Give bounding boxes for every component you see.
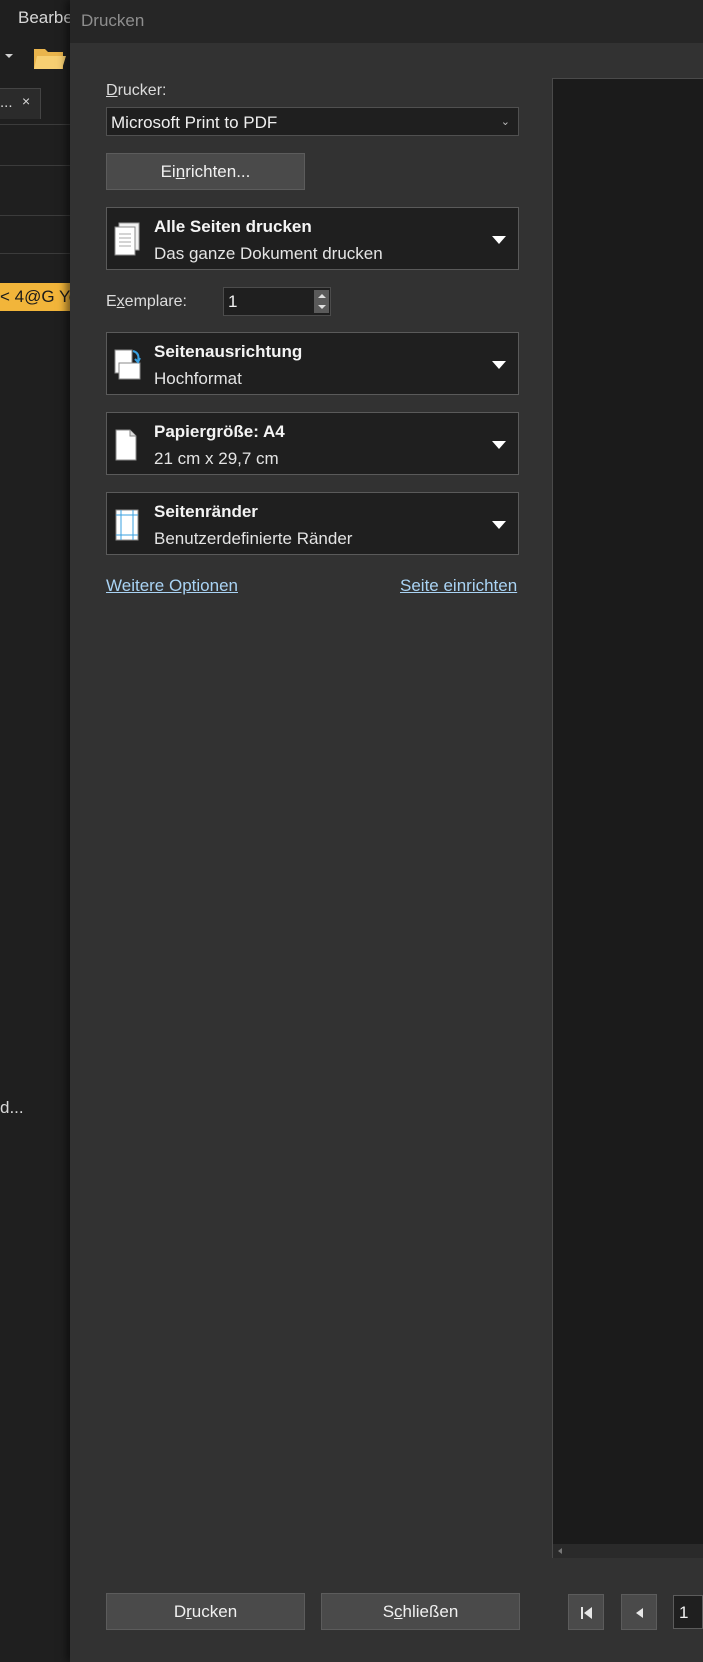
margins-dropdown-subtitle: Benutzerdefinierte Ränder bbox=[154, 529, 353, 548]
scroll-left-icon[interactable] bbox=[558, 1548, 562, 1554]
print-preview-pane bbox=[552, 78, 703, 1558]
printer-setup-button[interactable]: Ei n richten... bbox=[106, 153, 305, 190]
highlighted-row[interactable]: < 4@G Yo bbox=[0, 283, 72, 311]
pages-dropdown-subtitle: Das ganze Dokument drucken bbox=[154, 244, 383, 263]
chevron-down-icon: ⌄ bbox=[500, 116, 510, 128]
margins-dropdown-title: Seitenränder bbox=[154, 502, 258, 521]
printer-select[interactable]: Microsoft Print to PDF ⌄ bbox=[106, 107, 519, 136]
document-tab[interactable]: ... × bbox=[0, 88, 41, 119]
caret-down-icon bbox=[492, 441, 506, 449]
background-app-window: Bearbe ... × < 4@G Yo d... bbox=[0, 0, 72, 1662]
paper-size-dropdown-subtitle: 21 cm x 29,7 cm bbox=[154, 449, 279, 468]
copies-stepper[interactable]: 1 bbox=[223, 287, 331, 316]
print-dialog: Drucken Drucker: Microsoft Print to PDF … bbox=[70, 0, 703, 1662]
truncated-text: d... bbox=[0, 1098, 24, 1117]
document-tab-label: ... bbox=[0, 94, 13, 111]
stepper-down-icon[interactable] bbox=[314, 301, 329, 313]
first-page-button[interactable] bbox=[568, 1594, 604, 1630]
paper-icon bbox=[115, 429, 137, 461]
divider bbox=[0, 165, 72, 166]
dialog-title: Drucken bbox=[81, 11, 145, 30]
open-folder-icon[interactable] bbox=[33, 45, 67, 71]
chevron-down-icon[interactable] bbox=[5, 54, 13, 58]
copies-label: Exemplare: bbox=[106, 293, 187, 310]
previous-page-button[interactable] bbox=[621, 1594, 657, 1630]
preview-horizontal-scrollbar[interactable] bbox=[553, 1544, 703, 1558]
page-number-input[interactable]: 1 bbox=[673, 1595, 703, 1629]
orientation-dropdown[interactable]: Seitenausrichtung Hochformat bbox=[106, 332, 519, 395]
orientation-dropdown-subtitle: Hochformat bbox=[154, 369, 242, 388]
pages-icon bbox=[114, 222, 140, 256]
copies-value[interactable]: 1 bbox=[228, 292, 237, 312]
margins-dropdown[interactable]: Seitenränder Benutzerdefinierte Ränder bbox=[106, 492, 519, 555]
close-button[interactable]: Sc hließen bbox=[321, 1593, 520, 1630]
orientation-icon bbox=[114, 349, 141, 380]
pages-dropdown-title: Alle Seiten drucken bbox=[154, 217, 312, 236]
previous-page-icon bbox=[636, 1608, 643, 1618]
close-icon[interactable]: × bbox=[22, 93, 30, 109]
caret-down-icon bbox=[492, 236, 506, 244]
caret-down-icon bbox=[492, 521, 506, 529]
divider bbox=[0, 253, 72, 254]
dialog-titlebar[interactable]: Drucken bbox=[70, 0, 703, 43]
divider bbox=[0, 124, 72, 125]
page-setup-link[interactable]: Seite einrichten bbox=[400, 576, 517, 596]
divider bbox=[0, 215, 72, 216]
orientation-dropdown-title: Seitenausrichtung bbox=[154, 342, 303, 361]
margins-icon bbox=[115, 509, 139, 541]
print-button[interactable]: Dr ucken bbox=[106, 1593, 305, 1630]
caret-down-icon bbox=[492, 361, 506, 369]
paper-size-dropdown-title: Papiergröße: A4 bbox=[154, 422, 285, 441]
paper-size-dropdown[interactable]: Papiergröße: A4 21 cm x 29,7 cm bbox=[106, 412, 519, 475]
pages-dropdown[interactable]: Alle Seiten drucken Das ganze Dokument d… bbox=[106, 207, 519, 270]
menu-edit[interactable]: Bearbe bbox=[18, 8, 72, 28]
page-number-value: 1 bbox=[679, 1603, 689, 1622]
printer-select-value: Microsoft Print to PDF bbox=[111, 113, 278, 132]
highlighted-row-text: < 4@G Yo bbox=[0, 287, 72, 306]
more-options-link[interactable]: Weitere Optionen bbox=[106, 576, 238, 596]
printer-label: Drucker: bbox=[106, 82, 167, 99]
first-page-icon bbox=[581, 1607, 592, 1619]
